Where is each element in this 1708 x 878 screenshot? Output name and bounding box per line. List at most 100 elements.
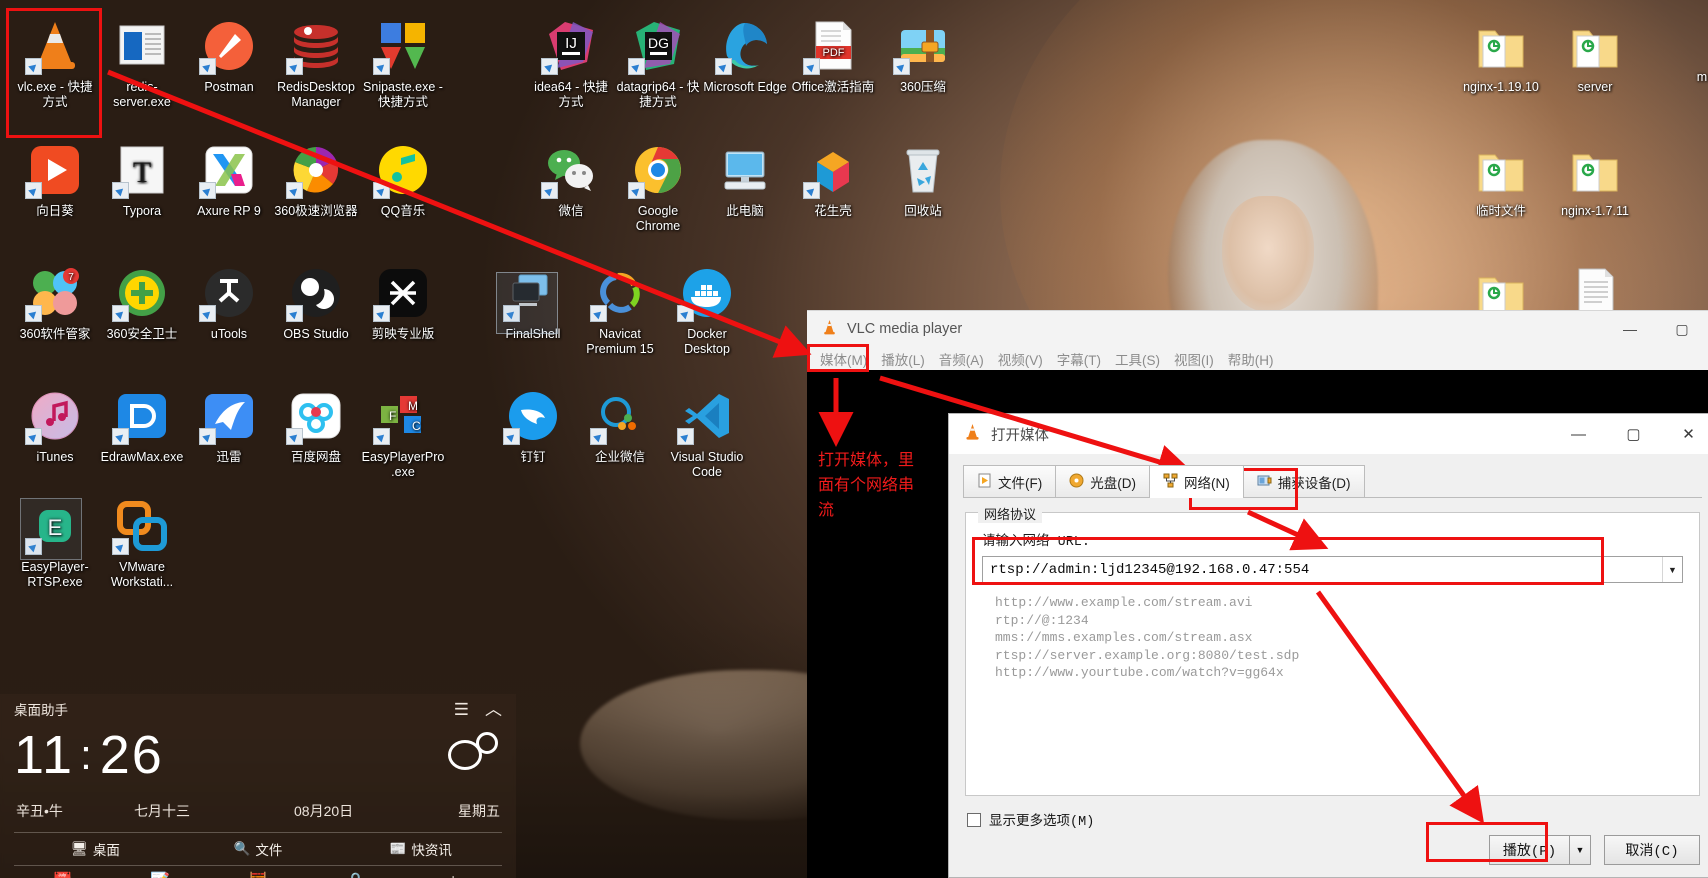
360-zip-icon — [893, 18, 951, 75]
vlc-maximize-button[interactable]: ▢ — [1656, 311, 1708, 347]
desktop-icon[interactable]: EdrawMax.exe — [99, 388, 185, 465]
desktop-icon[interactable]: OBS Studio — [273, 265, 359, 342]
desktop-icon[interactable]: Microsoft Edge — [702, 18, 788, 95]
plus-icon[interactable]: ＋ — [404, 869, 502, 878]
desktop-icon-label: 回收站 — [904, 204, 942, 218]
redis-desktop-manager-icon — [286, 18, 344, 75]
desktop-icon[interactable]: nginx-1.7.11 — [1552, 142, 1638, 219]
lock-icon[interactable]: 🔒 — [307, 871, 405, 878]
vlc-minimize-button[interactable]: — — [1604, 311, 1656, 347]
desktop-icon-partial-edge[interactable]: m — [1690, 70, 1708, 85]
assistant-quick-news[interactable]: 📰 快资讯 — [339, 839, 502, 859]
calculator-icon[interactable]: 🧮 — [209, 871, 307, 878]
chevron-down-icon[interactable]: ▼ — [1662, 557, 1682, 582]
disc-icon — [1069, 473, 1084, 491]
desktop-icon[interactable]: 向日葵 — [12, 142, 98, 219]
vlc-menu-item[interactable]: 帮助(H) — [1221, 349, 1281, 369]
desktop-icon[interactable]: IJ idea64 - 快捷方式 — [528, 18, 614, 110]
desktop-icon[interactable]: redis-server.exe — [99, 18, 185, 110]
shortcut-arrow-icon — [677, 305, 694, 322]
desktop-icon-label: Snipaste.exe - 快捷方式 — [363, 80, 443, 109]
desktop-icon[interactable]: DG datagrip64 - 快捷方式 — [615, 18, 701, 110]
desktop-icon[interactable]: Snipaste.exe - 快捷方式 — [360, 18, 446, 110]
desktop-icon-label: nginx-1.7.11 — [1561, 204, 1629, 218]
desktop-icon[interactable]: 钉钉 — [490, 388, 576, 465]
dialog-tab[interactable]: 网络(N) — [1149, 465, 1244, 498]
highlight-play-button — [1426, 822, 1548, 862]
desktop-icon[interactable]: nginx-1.19.10 — [1458, 18, 1544, 95]
desktop-icon[interactable]: 360极速浏览器 — [273, 142, 359, 219]
show-more-options-row[interactable]: 显示更多选项(M) — [967, 809, 1700, 830]
desktop-icon[interactable]: 剪映专业版 — [360, 265, 446, 342]
vlc-menu-item[interactable]: 视图(I) — [1167, 349, 1221, 369]
desktop-icon[interactable]: 百度网盘 — [273, 388, 359, 465]
desktop-icon[interactable]: 临时文件 — [1458, 142, 1544, 219]
desktop-icon[interactable]: iTunes — [12, 388, 98, 465]
desktop-icon[interactable]: 微信 — [528, 142, 614, 219]
desktop-icon[interactable]: T Typora — [99, 142, 185, 219]
dialog-tab-label: 网络(N) — [1184, 476, 1230, 491]
dialog-tab[interactable]: 文件(F) — [963, 465, 1057, 497]
desktop-icon[interactable]: Visual Studio Code — [664, 388, 750, 480]
desktop-icon[interactable]: Docker Desktop — [664, 265, 750, 357]
shortcut-arrow-icon — [628, 58, 645, 75]
assistant-quick-files[interactable]: 🔍 文件 — [177, 839, 340, 859]
desktop-icon[interactable]: VMware Workstati... — [99, 498, 185, 590]
assistant-quick-desktop[interactable]: 🖥 桌面 — [14, 839, 177, 859]
chevron-down-icon[interactable]: ▼ — [1569, 835, 1591, 865]
vlc-menu-item[interactable]: 字幕(T) — [1050, 349, 1108, 369]
desktop-icon[interactable]: server — [1552, 18, 1638, 95]
hamburger-icon[interactable]: ☰ — [454, 701, 469, 718]
microsoft-edge-icon — [715, 18, 773, 75]
shortcut-arrow-icon — [541, 58, 558, 75]
chevron-up-icon[interactable]: ︿ — [485, 701, 502, 718]
cancel-button[interactable]: 取消(C) — [1604, 835, 1700, 865]
desktop-icon[interactable]: 此电脑 — [702, 142, 788, 219]
dialog-tab-label: 文件(F) — [998, 475, 1043, 491]
note-icon[interactable]: 📝 — [112, 871, 210, 878]
desktop-icon[interactable]: Navicat Premium 15 — [577, 265, 663, 357]
vlc-menu-item[interactable]: 视频(V) — [991, 349, 1050, 369]
calendar-icon[interactable]: 📅 — [14, 871, 112, 878]
svg-text:IJ: IJ — [565, 35, 577, 52]
dialog-tab[interactable]: 光盘(D) — [1055, 465, 1150, 497]
desktop-icon-label: RedisDesktopManager — [277, 80, 355, 109]
desktop-icon[interactable]: RedisDesktopManager — [273, 18, 359, 110]
desktop-icon[interactable]: Axure RP 9 — [186, 142, 272, 219]
vlc-menu-item[interactable]: 工具(S) — [1108, 349, 1167, 369]
shortcut-arrow-icon — [199, 428, 216, 445]
desktop-icon[interactable]: F M C EasyPlayerPro.exe — [360, 388, 446, 480]
desktop-icon[interactable]: 企业微信 — [577, 388, 663, 465]
desktop-icon[interactable]: 迅雷 — [186, 388, 272, 465]
desktop-icon[interactable]: PDF Office激活指南 — [790, 18, 876, 95]
highlight-vlc-shortcut — [6, 8, 102, 138]
dialog-maximize-button[interactable]: ▢ — [1606, 414, 1661, 454]
desktop-icon[interactable]: Postman — [186, 18, 272, 95]
desktop-icon-label: EdrawMax.exe — [100, 450, 184, 464]
desktop-icon[interactable]: Google Chrome — [615, 142, 701, 234]
vlc-menu-item[interactable]: 音频(A) — [932, 349, 991, 369]
vlc-cone-icon — [821, 319, 838, 340]
vscode-icon — [677, 388, 735, 445]
desktop-icon[interactable]: 360压缩 — [880, 18, 966, 95]
desktop-icon-label: 钉钉 — [520, 450, 546, 464]
desktop-icon[interactable]: 回收站 — [880, 142, 966, 219]
desktop-icon-label: OBS Studio — [283, 327, 349, 341]
icon-selection-easyplayer-rtsp — [20, 498, 82, 560]
dialog-close-button[interactable]: ✕ — [1661, 414, 1708, 454]
vlc-menu-item[interactable]: 播放(L) — [874, 349, 932, 369]
desktop-icon[interactable]: QQ音乐 — [360, 142, 446, 219]
shortcut-arrow-icon — [112, 305, 129, 322]
desktop-icon-label: 企业微信 — [594, 450, 645, 464]
desktop-assistant-widget[interactable]: 桌面助手 ☰ ︿ 11:26 辛丑•牛 七月十三 08月20日 星期五 🖥 桌面 — [0, 694, 516, 878]
show-more-options-checkbox[interactable] — [967, 812, 981, 827]
dialog-minimize-button[interactable]: — — [1551, 414, 1606, 454]
edrawmax-icon — [112, 388, 170, 445]
desktop-icon-label: Docker Desktop — [684, 327, 730, 356]
desktop-icon[interactable]: uTools — [186, 265, 272, 342]
shortcut-arrow-icon — [590, 305, 607, 322]
desktop-icon[interactable]: 7 360软件管家 — [12, 265, 98, 342]
desktop-icon[interactable]: 花生壳 — [790, 142, 876, 219]
desktop-icon[interactable]: 360安全卫士 — [99, 265, 185, 342]
folder-icon — [1473, 142, 1529, 198]
